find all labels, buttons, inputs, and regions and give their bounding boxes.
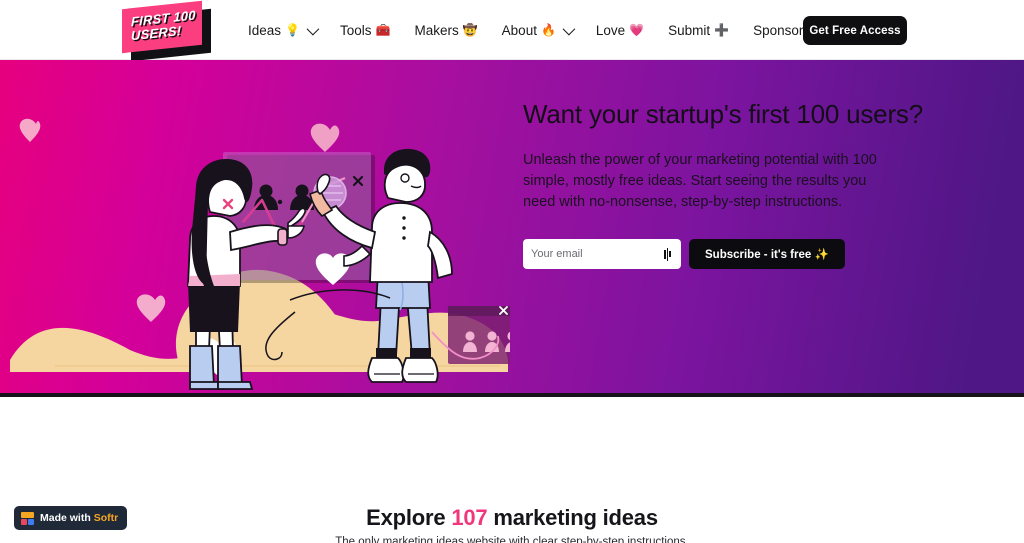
nav-label-makers: Makers: [414, 22, 459, 38]
text-caret-icon: [664, 247, 674, 261]
nav-item-tools[interactable]: Tools 🧰: [328, 17, 402, 44]
nav-item-makers[interactable]: Makers 🤠: [402, 17, 489, 44]
nav-label-submit: Submit: [668, 22, 711, 38]
hero-illustration: [0, 60, 519, 393]
explore-count: 107: [451, 505, 488, 530]
explore-section: Explore 107 marketing ideas The only mar…: [0, 500, 1024, 543]
subscribe-button[interactable]: Subscribe - it's free ✨: [689, 239, 845, 269]
explore-suffix: marketing ideas: [493, 505, 658, 530]
email-placeholder: Your email: [531, 248, 583, 260]
explore-heading: Explore 107 marketing ideas: [0, 505, 1024, 531]
softr-text: Made with: [40, 512, 91, 524]
nav-item-love[interactable]: Love 💗: [584, 17, 656, 44]
softr-brand: Softr: [93, 512, 119, 524]
nav-item-ideas[interactable]: Ideas 💡: [236, 17, 328, 44]
nav-item-about[interactable]: About 🔥: [490, 17, 584, 44]
hero-section: Want your startup's first 100 users? Unl…: [0, 60, 1024, 397]
nav-label-about: About: [501, 22, 537, 38]
plus-icon: ➕: [714, 23, 730, 37]
logo-text: FIRST 100 USERS!: [122, 0, 202, 52]
hero-subtitle: Unleash the power of your marketing pote…: [523, 152, 877, 210]
nav-label-love: Love: [595, 22, 626, 38]
email-field-wrapper[interactable]: Your email: [523, 239, 681, 269]
hero-title: Want your startup's first 100 users?: [523, 99, 923, 129]
fire-icon: 🔥: [540, 23, 556, 37]
softr-label: Made with Softr: [40, 512, 118, 524]
subscribe-form: Your email Subscribe - it's free ✨: [523, 239, 923, 269]
nav-label-ideas: Ideas: [248, 22, 282, 38]
explore-subtitle: The only marketing ideas website with cl…: [335, 536, 689, 543]
hero-copy: Want your startup's first 100 users? Unl…: [523, 98, 923, 269]
explore-prefix: Explore: [366, 505, 446, 530]
chevron-down-icon: [306, 22, 320, 35]
nav-label-tools: Tools: [339, 22, 372, 38]
heart-icon: 💗: [629, 23, 645, 37]
chevron-down-icon: [562, 22, 576, 35]
site-header: FIRST 100 USERS! Ideas 💡 Tools 🧰 Makers …: [0, 0, 1024, 62]
site-logo[interactable]: FIRST 100 USERS!: [122, 0, 212, 62]
cowboy-icon: 🤠: [462, 23, 478, 37]
badges-strip: 🎖️ PRODUCT HUNT #1 Product of the Week 🎗…: [0, 397, 1024, 500]
made-with-softr-badge[interactable]: Made with Softr: [14, 506, 128, 530]
lightbulb-icon: 💡: [285, 23, 300, 37]
nav-item-submit[interactable]: Submit ➕: [656, 17, 741, 44]
get-free-access-button[interactable]: Get Free Access: [803, 16, 907, 45]
softr-logo-icon: [21, 511, 34, 525]
nav-label-sponsor: Sponsor: [753, 22, 804, 38]
toolbox-icon: 🧰: [375, 23, 391, 37]
